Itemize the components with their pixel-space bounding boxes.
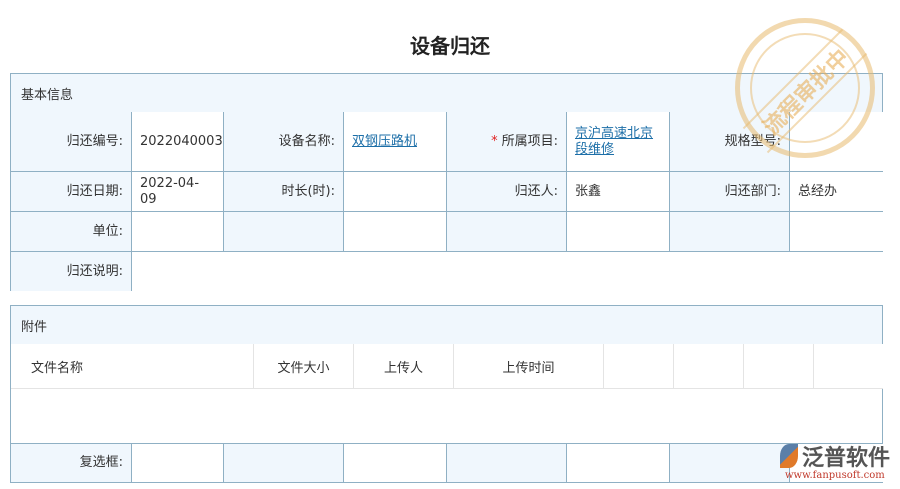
duration-value [344, 172, 447, 212]
logo-name: 泛普软件 [802, 446, 891, 471]
empty-cell [132, 444, 224, 482]
empty-cell [567, 212, 670, 252]
column-header-file-size[interactable]: 文件大小 [254, 344, 354, 389]
device-name-cell: 双钢压路机 [344, 112, 447, 172]
empty-cell [344, 212, 447, 252]
logo-icon [780, 444, 798, 468]
dept-value: 总经办 [790, 172, 883, 212]
project-label-cell: * 所属项目: [447, 112, 567, 172]
page-title: 设备归还 [410, 34, 490, 58]
returner-value: 张鑫 [567, 172, 670, 212]
section-header: 附件 [11, 306, 882, 345]
spec-value [790, 112, 883, 172]
basic-info-panel: 基本信息 归还编号: 2022040003 设备名称: 双钢压路机 * 所属项目:… [10, 73, 883, 291]
column-header-empty [814, 344, 883, 389]
note-value [132, 252, 883, 291]
empty-cell [224, 212, 344, 252]
section-header: 基本信息 [11, 74, 882, 113]
brand-logo: 泛普软件 www.fanpusoft.com [780, 440, 895, 485]
empty-cell [224, 444, 344, 482]
column-header-empty [674, 344, 744, 389]
project-label: 所属项目: [501, 133, 558, 149]
empty-cell [790, 212, 883, 252]
return-date-value: 2022-04-09 [132, 172, 224, 212]
column-header-empty [604, 344, 674, 389]
attachment-list-empty [11, 389, 882, 444]
empty-cell [670, 444, 790, 482]
empty-cell [447, 444, 567, 482]
project-link[interactable]: 京沪高速北京段维修 [575, 126, 661, 158]
empty-cell [447, 212, 567, 252]
returner-label: 归还人: [447, 172, 567, 212]
logo-url: www.fanpusoft.com [785, 470, 885, 481]
duration-label: 时长(时): [224, 172, 344, 212]
unit-value [132, 212, 224, 252]
return-date-label: 归还日期: [11, 172, 132, 212]
project-cell: 京沪高速北京段维修 [567, 112, 670, 172]
required-mark: * [491, 133, 498, 149]
empty-cell [670, 212, 790, 252]
return-no-value: 2022040003 [132, 112, 224, 172]
column-header-empty [744, 344, 814, 389]
column-header-uploader[interactable]: 上传人 [354, 344, 454, 389]
note-label: 归还说明: [11, 252, 132, 291]
checkbox-label: 复选框: [11, 444, 132, 482]
spec-label: 规格型号: [670, 112, 790, 172]
return-no-label: 归还编号: [11, 112, 132, 172]
empty-cell [344, 444, 447, 482]
device-name-label: 设备名称: [224, 112, 344, 172]
attachments-panel: 附件 文件名称 文件大小 上传人 上传时间 复选框: [10, 305, 883, 483]
column-header-file-name[interactable]: 文件名称 [11, 344, 254, 389]
column-header-upload-time[interactable]: 上传时间 [454, 344, 604, 389]
empty-cell [567, 444, 670, 482]
unit-label: 单位: [11, 212, 132, 252]
device-name-link[interactable]: 双钢压路机 [352, 134, 417, 150]
dept-label: 归还部门: [670, 172, 790, 212]
